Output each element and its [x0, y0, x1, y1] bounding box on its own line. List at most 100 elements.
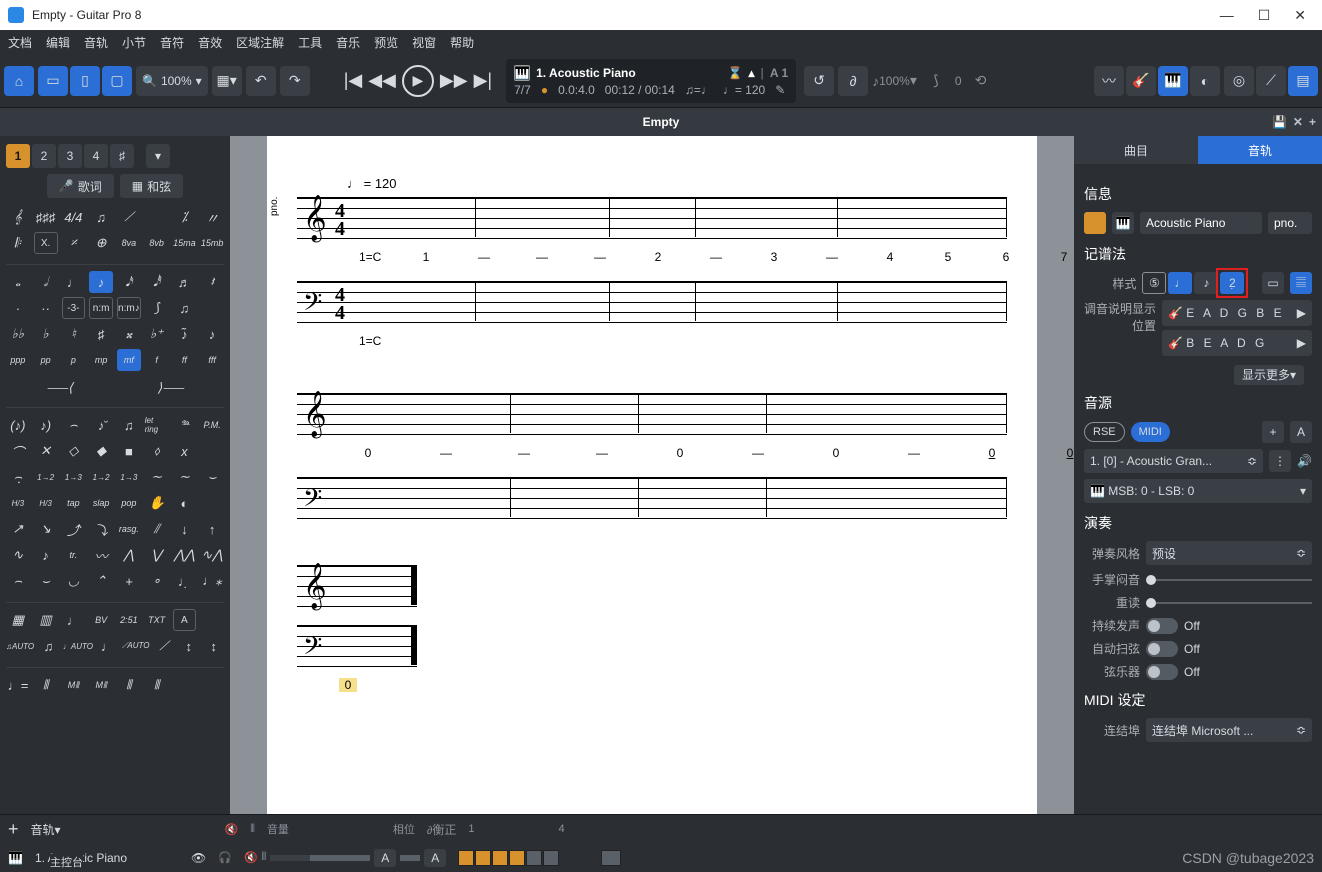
menu-file[interactable]: 文档 [8, 34, 32, 51]
score-area[interactable]: ♩ = 120 pno. 𝄞 44 1=C 1——— 2— 3— 45 6717… [230, 136, 1074, 814]
bank-dropdown[interactable]: 1. [0] - Acoustic Gran...≎ [1084, 449, 1263, 473]
style-btn-5[interactable]: ▭ [1262, 272, 1284, 294]
play-icon[interactable]: ▶ [1297, 336, 1306, 350]
minimize-button[interactable]: — [1220, 7, 1234, 24]
mute-icon[interactable]: 🔇 [225, 823, 239, 836]
home-button[interactable]: ⌂ [4, 66, 34, 96]
track-color[interactable] [1084, 212, 1106, 234]
track-short-input[interactable]: pno. [1268, 212, 1312, 234]
eye-icon[interactable]: 👁 [191, 851, 206, 865]
menu-help[interactable]: 帮助 [450, 34, 474, 51]
zoom-tab-1[interactable]: 1 [6, 144, 30, 168]
undo-button[interactable]: ↶ [246, 66, 276, 96]
maximize-button[interactable]: ☐ [1258, 7, 1271, 24]
note-speed[interactable]: ♪ 100% ▾ [872, 66, 917, 96]
pan-slider[interactable] [400, 855, 420, 861]
rse-pill[interactable]: RSE [1084, 422, 1125, 442]
menu-track[interactable]: 音轨 [84, 34, 108, 51]
metronome-icon[interactable]: ▴ [749, 66, 755, 80]
wifi-icon[interactable]: ◎ [1224, 66, 1254, 96]
a-button[interactable]: A [374, 849, 396, 867]
style-btn-6[interactable]: 𝄚 [1290, 272, 1312, 294]
menu-preview[interactable]: 预览 [374, 34, 398, 51]
redo-button[interactable]: ↷ [280, 66, 310, 96]
eq-icon[interactable]: ⫴ [250, 823, 255, 836]
drum-button[interactable]: ◐ [1190, 66, 1220, 96]
instrument-button[interactable]: 🎸 [1126, 66, 1156, 96]
link-icon[interactable]: ⟲ [966, 66, 996, 96]
volume-slider[interactable] [270, 855, 370, 861]
panel-toggle-button[interactable]: ▤ [1288, 66, 1318, 96]
zoom-tab-3[interactable]: 3 [58, 144, 82, 168]
tab-song[interactable]: 曲目 [1074, 136, 1198, 164]
style-btn-1[interactable]: ⑤ [1142, 272, 1166, 294]
menu-tools[interactable]: 工具 [298, 34, 322, 51]
zoom-tab-sharp[interactable]: ♯ [110, 144, 134, 168]
save-icon[interactable]: 💾 [1272, 115, 1287, 129]
lyric-button[interactable]: 🎤 歌词 [47, 174, 114, 198]
tuning-row-2[interactable]: 🎸 B E A D G▶ [1162, 330, 1312, 356]
zoom-tab-4[interactable]: 4 [84, 144, 108, 168]
sustain-toggle[interactable] [1146, 618, 1178, 634]
rewind-button[interactable]: ◀◀ [368, 70, 396, 91]
palm-slider[interactable] [1146, 579, 1312, 581]
close-button[interactable]: ✕ [1294, 7, 1306, 24]
menu-effect[interactable]: 音效 [198, 34, 222, 51]
menu-music[interactable]: 音乐 [336, 34, 360, 51]
speed-button[interactable]: ∂ [838, 66, 868, 96]
menu-window[interactable]: 视窗 [412, 34, 436, 51]
play-button[interactable]: ▶ [402, 65, 434, 97]
grid-button[interactable]: ▦▾ [212, 66, 242, 96]
style-btn-4[interactable]: 2̣ [1220, 272, 1244, 294]
edit-icon[interactable]: ✎ [775, 83, 785, 97]
bank-more-button[interactable]: ⋮ [1269, 450, 1291, 472]
speaker-icon[interactable]: 🔊 [1297, 454, 1312, 468]
auto-button[interactable]: A [1290, 421, 1312, 443]
layout2-button[interactable]: ▯ [70, 66, 100, 96]
close-tab-icon[interactable]: ✕ [1293, 115, 1303, 129]
strings-toggle[interactable] [1146, 664, 1178, 680]
accent-slider[interactable] [1146, 602, 1312, 604]
layout1-button[interactable]: ▭ [38, 66, 68, 96]
menu-edit[interactable]: 编辑 [46, 34, 70, 51]
track-icon-button[interactable]: 🎹 [1112, 212, 1134, 234]
headphone-icon[interactable]: 🎧 [218, 851, 232, 864]
forward-button[interactable]: ▶▶ [440, 70, 468, 91]
style-btn-3[interactable]: ♪ [1194, 272, 1218, 294]
add-tab-icon[interactable]: + [1309, 115, 1316, 129]
menu-section[interactable]: 区域注解 [236, 34, 284, 51]
menu-bar[interactable]: 小节 [122, 34, 146, 51]
msb-dropdown[interactable]: 🎹 MSB: 0 - LSB: 0▾ [1084, 479, 1312, 503]
add-track-button[interactable]: + [8, 819, 19, 840]
tab-track[interactable]: 音轨 [1198, 136, 1322, 164]
preset-dropdown[interactable]: 预设≎ [1146, 541, 1312, 565]
add-source-button[interactable]: + [1262, 421, 1284, 443]
menu-note[interactable]: 音符 [160, 34, 184, 51]
style-btn-2[interactable]: ♩ [1168, 272, 1192, 294]
collapse-icon[interactable]: ▾ [146, 144, 170, 168]
play-icon[interactable]: ▶ [1297, 306, 1306, 320]
master-label[interactable]: 主控台 [50, 854, 83, 870]
sequencer[interactable] [458, 850, 621, 866]
track-name-input[interactable]: Acoustic Piano [1140, 212, 1262, 234]
keyboard-button[interactable]: 🎹 [1158, 66, 1188, 96]
eq-button[interactable]: ⫴ [262, 851, 267, 864]
autostrum-toggle[interactable] [1146, 641, 1178, 657]
midi-pill[interactable]: MIDI [1131, 422, 1170, 442]
skip-end-button[interactable]: ▶| [474, 70, 493, 91]
loop-button[interactable]: ↺ [804, 66, 834, 96]
zoom-control[interactable]: 🔍 100% ▾ [136, 66, 208, 96]
tuning-fork-icon[interactable]: ⟆ [921, 66, 951, 96]
track-dropdown[interactable]: 音轨▾ [31, 821, 61, 838]
zoom-tab-2[interactable]: 2 [32, 144, 56, 168]
tuner-button[interactable]: 〰 [1094, 66, 1124, 96]
show-more-button[interactable]: 显示更多▾ [1234, 365, 1304, 385]
skip-start-button[interactable]: |◀ [344, 70, 363, 91]
tuning-row-1[interactable]: 🎸 E A D G B E▶ [1162, 300, 1312, 326]
layout3-button[interactable]: ▢ [102, 66, 132, 96]
tool-icon[interactable]: ⟋ [1256, 66, 1286, 96]
mute-button[interactable]: 🔇 [244, 851, 258, 864]
port-dropdown[interactable]: 连结埠 Microsoft ...≎ [1146, 718, 1312, 742]
chord-button[interactable]: ▦ 和弦 [120, 174, 183, 198]
hourglass-icon[interactable]: ⌛ [728, 66, 743, 80]
